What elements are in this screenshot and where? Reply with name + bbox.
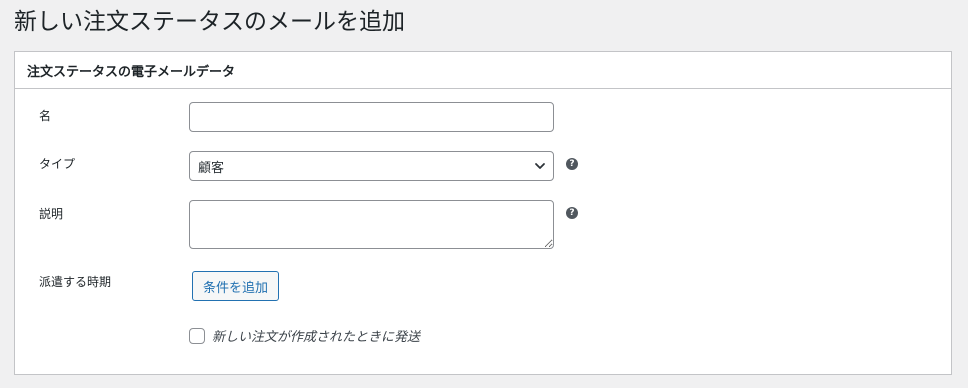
send-on-new-order-option[interactable]: 新しい注文が作成されたときに発送 <box>189 326 420 345</box>
type-label: タイプ <box>39 157 76 171</box>
timing-label: 派遣する時期 <box>39 275 112 289</box>
type-select[interactable]: 顧客 <box>189 151 554 181</box>
panel-title: 注文ステータスの電子メールデータ <box>27 64 236 80</box>
type-help-icon[interactable]: ? <box>566 158 578 170</box>
send-on-new-order-label: 新しい注文が作成されたときに発送 <box>212 330 421 345</box>
chevron-down-icon <box>535 163 545 169</box>
send-on-new-order-checkbox[interactable] <box>189 327 205 344</box>
description-help-icon[interactable]: ? <box>566 207 578 219</box>
page-title: 新しい注文ステータスのメールを追加 <box>14 9 405 35</box>
description-label: 説明 <box>39 207 64 221</box>
name-input[interactable] <box>189 102 554 132</box>
order-status-email-panel: 注文ステータスの電子メールデータ 名 タイプ 顧客 ? 説明 ? 派遣する時期 … <box>14 51 952 375</box>
add-condition-button[interactable]: 条件を追加 <box>192 271 280 301</box>
description-textarea[interactable] <box>189 200 554 249</box>
type-select-value: 顧客 <box>198 160 225 176</box>
panel-header: 注文ステータスの電子メールデータ <box>15 52 951 89</box>
name-label: 名 <box>39 109 52 123</box>
